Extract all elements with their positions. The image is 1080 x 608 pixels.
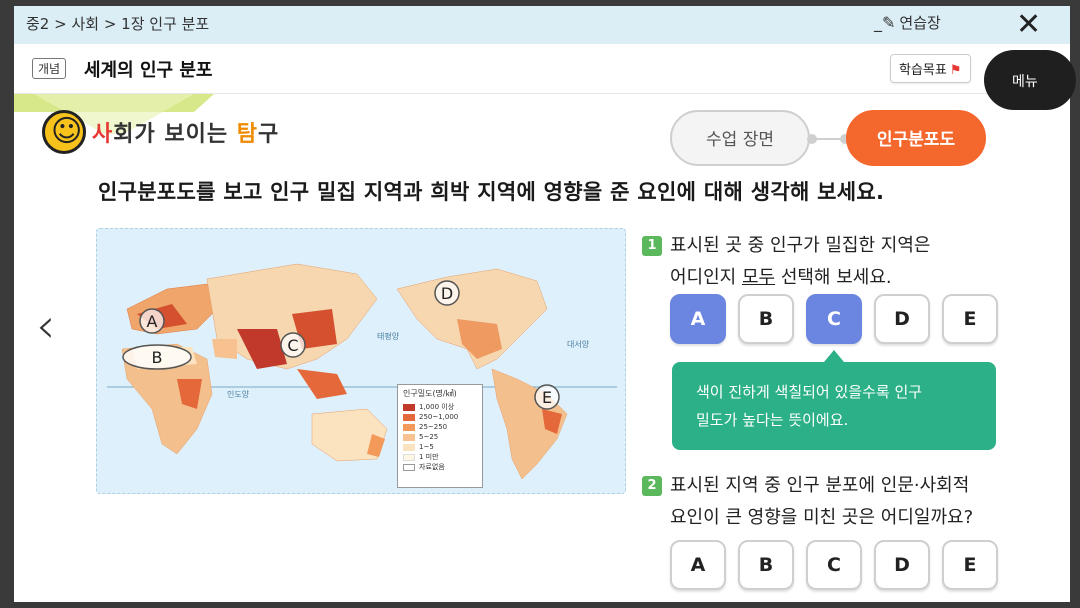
notebook-button[interactable]: _✎ 연습장 [874, 12, 941, 33]
tab-population-map[interactable]: 인구분포도 [846, 110, 986, 166]
q2-option-a[interactable]: A [670, 540, 726, 590]
hint-tooltip: 색이 진하게 색칠되어 있을수록 인구 밀도가 높다는 뜻이에요. [672, 350, 996, 450]
map-marker-a: A [139, 308, 165, 334]
question-1-line2: 어디인지 모두 선택해 보세요. [670, 267, 892, 288]
top-bar: 중2 > 사회 > 1장 인구 분포 _✎ 연습장 ✕ [14, 6, 1070, 44]
concept-tag: 개념 [32, 58, 67, 79]
notebook-label: 연습장 [899, 14, 941, 32]
lesson-header: 개념 세계의 인구 분포 학습목표 ⚑ [14, 44, 1070, 94]
q1-option-b[interactable]: B [738, 294, 794, 344]
legend-item: 1~5 [403, 442, 477, 452]
pencil-icon: _✎ [874, 13, 896, 32]
main-question: 인구분포도를 보고 인구 밀집 지역과 희박 지역에 영향을 준 요인에 대해 … [98, 180, 885, 204]
question-number-badge: 2 [642, 476, 662, 496]
section-logo: 사회가 보이는 탐구 [42, 110, 279, 154]
legend-title: 인구밀도(명/㎢) [403, 389, 457, 398]
map-marker-e: E [534, 384, 560, 410]
sun-mascot-icon [42, 110, 86, 154]
learning-goals-label: 학습목표 [899, 63, 947, 78]
svg-text:C: C [287, 336, 298, 355]
map-marker-d: D [434, 280, 460, 306]
hint-line1: 색이 진하게 색칠되어 있을수록 인구 [696, 383, 923, 401]
question-2-options: A B C D E [670, 540, 998, 590]
logo-text: 사회가 보이는 탐구 [92, 122, 280, 147]
map-marker-c: C [280, 332, 306, 358]
ocean-label-atlantic: 대서양 [567, 340, 590, 349]
q2-option-b[interactable]: B [738, 540, 794, 590]
question-1-line1: 표시된 곳 중 인구가 밀집한 지역은 [670, 235, 931, 256]
legend-item: 250~1,000 [403, 412, 477, 422]
q1-option-d[interactable]: D [874, 294, 930, 344]
ocean-label-pacific: 태평양 [377, 331, 400, 341]
world-population-map: 태평양 대서양 인도양 A B C D E 인구밀도(명/㎢) 1,000 이상… [96, 228, 626, 494]
question-2: 2 표시된 지역 중 인구 분포에 인문·사회적 요인이 큰 영향을 미친 곳은 … [642, 470, 973, 534]
q2-option-c[interactable]: C [806, 540, 862, 590]
q1-option-a[interactable]: A [670, 294, 726, 344]
app-frame: 중2 > 사회 > 1장 인구 분포 _✎ 연습장 ✕ 개념 세계의 인구 분포… [14, 6, 1070, 602]
tab-class-scene[interactable]: 수업 장면 [670, 110, 810, 166]
legend-item: 1,000 이상 [403, 402, 477, 412]
svg-text:B: B [152, 348, 163, 367]
svg-text:A: A [147, 312, 158, 331]
world-map-graphic: 태평양 대서양 인도양 A B C D E [107, 263, 617, 480]
previous-page-icon[interactable]: ‹ [36, 302, 55, 350]
ocean-label-indian: 인도양 [227, 389, 250, 399]
lesson-title: 세계의 인구 분포 [84, 60, 213, 81]
close-icon[interactable]: ✕ [1016, 6, 1041, 44]
q1-option-e[interactable]: E [942, 294, 998, 344]
q2-option-e[interactable]: E [942, 540, 998, 590]
svg-text:E: E [542, 388, 552, 407]
learning-goals-button[interactable]: 학습목표 ⚑ [890, 54, 971, 83]
question-1-options: A B C D E [670, 294, 998, 344]
q1-option-c[interactable]: C [806, 294, 862, 344]
menu-button[interactable]: 메뉴 [984, 50, 1076, 110]
legend-item: 1 미만 [403, 452, 477, 462]
flag-icon: ⚑ [949, 63, 962, 78]
map-marker-b: B [122, 344, 192, 370]
breadcrumb[interactable]: 중2 > 사회 > 1장 인구 분포 [26, 13, 209, 34]
question-1: 1 표시된 곳 중 인구가 밀집한 지역은 어디인지 모두 선택해 보세요. [642, 230, 930, 294]
question-2-line2: 요인이 큰 영향을 미친 곳은 어디일까요? [670, 507, 974, 528]
legend-item: 자료없음 [403, 462, 477, 472]
question-number-badge: 1 [642, 236, 662, 256]
hint-line2: 밀도가 높다는 뜻이에요. [696, 411, 849, 429]
legend-item: 5~25 [403, 432, 477, 442]
tab-connector-dot [807, 134, 817, 144]
svg-text:D: D [441, 284, 453, 303]
q2-option-d[interactable]: D [874, 540, 930, 590]
map-legend: 인구밀도(명/㎢) 1,000 이상 250~1,000 25~250 5~25… [397, 384, 483, 488]
question-2-line1: 표시된 지역 중 인구 분포에 인문·사회적 [670, 475, 970, 496]
legend-item: 25~250 [403, 422, 477, 432]
